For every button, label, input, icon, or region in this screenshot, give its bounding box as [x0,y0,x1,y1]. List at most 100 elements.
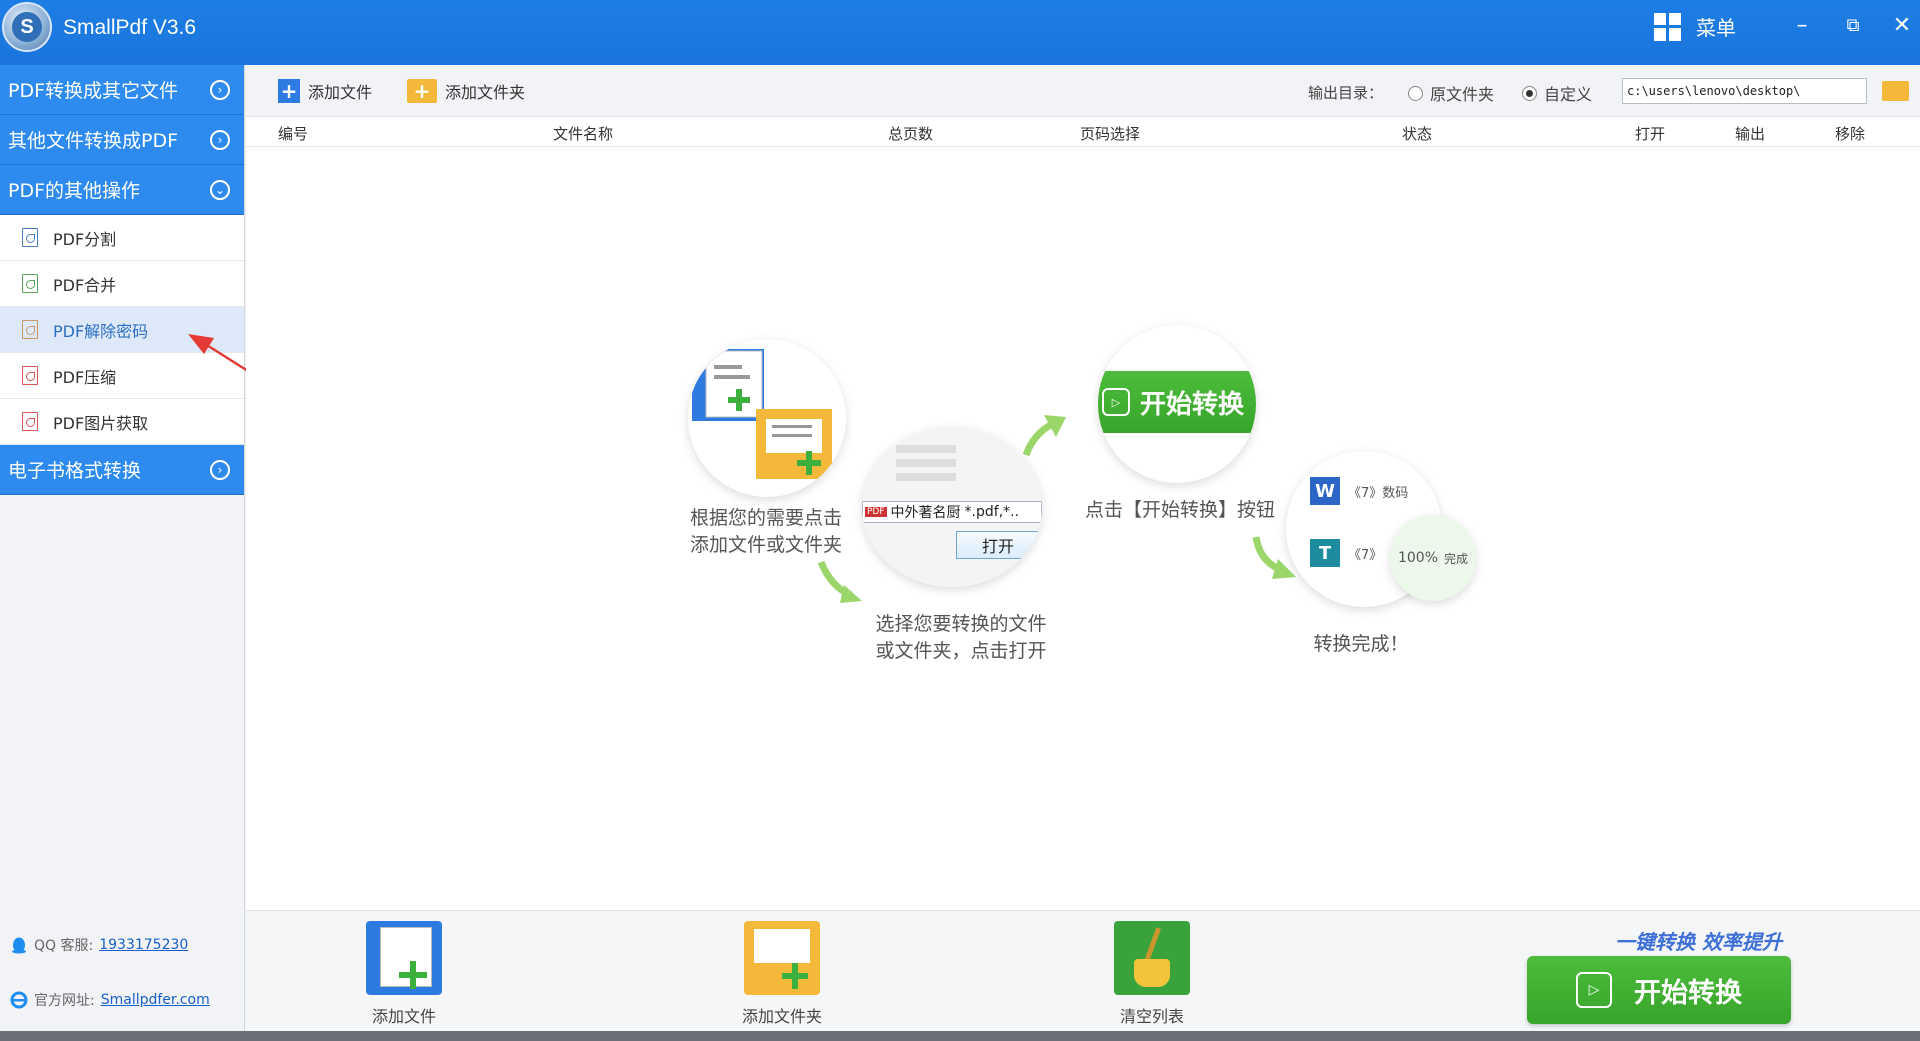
radio-custom-label: 自定义 [1544,85,1593,104]
category-pdf-to-other[interactable]: PDF转换成其它文件 › [0,65,244,115]
step4-row1: 《7》数码 [1348,485,1409,501]
category-label: 其他文件转换成PDF [8,130,179,152]
step1-illustration [688,339,846,497]
pdf-file-icon [22,412,38,431]
radio-original-label: 原文件夹 [1430,85,1495,104]
pdf-file-icon [22,274,38,293]
green-arrow-icon [1022,415,1066,457]
col-output: 输出 [1735,125,1766,143]
chevron-right-icon: › [210,460,230,480]
category-label: PDF转换成其它文件 [8,80,179,102]
sidebar-item-pdf-split[interactable]: PDF分割 [0,215,244,261]
radio-custom-folder[interactable]: 自定义 [1522,81,1592,105]
step2-filter: *.pdf,*.. [964,504,1020,520]
add-folder-big-icon [744,921,820,995]
step3-illustration: ▷ 开始转换 [1098,325,1256,483]
toolbar: + 添加文件 + 添加文件夹 输出目录： 原文件夹 自定义 [246,65,1920,117]
col-number: 编号 [278,125,309,143]
site-url-link[interactable]: Smallpdfer.com [101,992,210,1008]
broom-icon [1114,921,1190,995]
result-row-word: W 《7》数码 [1310,477,1408,505]
chevron-right-icon: › [210,80,230,100]
pdf-badge-icon: PDF [865,507,887,517]
bottom-add-folder-label: 添加文件夹 [742,1007,823,1026]
clear-list-button[interactable]: 清空列表 [1114,921,1190,1027]
restore-button[interactable]: ⧉ [1838,10,1868,40]
step4-row2: 《7》 [1348,547,1383,563]
add-file-folder-icon [692,349,832,479]
add-folder-icon: + [407,79,437,103]
site-label: 官方网址: [34,993,95,1009]
green-arrow-icon [817,560,862,603]
step2-open-button: 打开 [956,531,1040,559]
add-folder-button[interactable]: + 添加文件夹 [407,79,525,103]
output-path-input[interactable] [1622,78,1867,104]
play-icon: ▷ [1102,388,1130,416]
step2-file-label: 中外著名厨 [890,505,961,521]
bottom-add-file-label: 添加文件 [371,1007,436,1026]
official-site: 官方网址: Smallpdfer.com [10,990,210,1010]
txt-icon: T [1310,539,1340,567]
menu-label: 菜单 [1696,16,1736,40]
sidebar-item-label: PDF分割 [53,229,117,249]
chevron-down-icon: ⌄ [210,180,230,200]
radio-circle-selected [1522,85,1537,101]
word-icon: W [1310,477,1340,505]
sidebar: PDF转换成其它文件 › 其他文件转换成PDF › PDF的其他操作 ⌄ PDF… [0,65,245,1041]
play-icon: ▷ [1576,972,1612,1008]
menu-button[interactable]: 菜单 [1654,12,1736,41]
col-filename: 文件名称 [553,125,614,143]
category-pdf-other-ops[interactable]: PDF的其他操作 ⌄ [0,165,244,215]
grid-menu-icon [1654,12,1682,41]
step2-illustration: PDF 中外著名厨 *.pdf,*.. 打开 [862,427,1042,587]
col-remove: 移除 [1835,125,1866,143]
category-other-to-pdf[interactable]: 其他文件转换成PDF › [0,115,244,165]
pdf-file-icon [22,320,38,339]
col-total-pages: 总页数 [888,125,934,143]
step4-done: 完成 [1444,551,1469,566]
bottom-add-file-button[interactable]: 添加文件 [366,921,442,1027]
progress-bubble: 100% 完成 [1390,515,1476,601]
bottom-bar: 添加文件 添加文件夹 清空列表 一键转换 效率提升 ▷ 开始转换 [246,910,1920,1031]
category-label: 电子书格式转换 [8,460,142,482]
sidebar-item-label: PDF压缩 [53,367,117,387]
app-title: SmallPdf V3.6 [63,16,197,39]
add-file-icon: + [278,79,300,103]
sidebar-item-label: PDF解除密码 [53,321,149,341]
step3-button-label: 开始转换 [1140,389,1245,420]
col-status: 状态 [1402,125,1433,143]
output-dir-label: 输出目录： [1308,84,1384,102]
pdf-file-icon [22,366,38,385]
qq-support: QQ 客服: 1933175230 [10,935,188,955]
step4-progress: 100% [1397,550,1438,566]
start-convert-button[interactable]: ▷ 开始转换 [1527,956,1791,1024]
add-folder-label: 添加文件夹 [445,83,526,102]
category-label: PDF的其他操作 [8,180,141,202]
sidebar-item-label: PDF合并 [53,275,117,295]
sidebar-item-pdf-merge[interactable]: PDF合并 [0,261,244,307]
step4-text: 转换完成！ [1313,633,1409,655]
app-logo-letter: S [12,12,42,42]
file-list-area[interactable]: 根据您的需要点击 添加文件或文件夹 PDF 中外著名厨 *.pdf,*.. 打开… [246,147,1920,910]
minimize-button[interactable]: – [1787,10,1817,40]
app-logo: S [2,2,52,52]
qq-number-link[interactable]: 1933175230 [99,937,188,953]
col-page-select: 页码选择 [1080,125,1141,143]
step1-text: 根据您的需要点击 添加文件或文件夹 [689,507,842,556]
file-table-header: 编号 文件名称 总页数 页码选择 状态 打开 输出 移除 [246,117,1920,147]
folder-list-icon [896,439,956,489]
step3-text: 点击【开始转换】按钮 [1084,499,1275,521]
bottom-add-folder-button[interactable]: 添加文件夹 [742,921,822,1027]
add-file-button[interactable]: + 添加文件 [278,79,372,103]
filename-field: PDF 中外著名厨 *.pdf,*.. [862,501,1042,523]
start-convert-label: 开始转换 [1634,977,1742,1009]
result-row-txt: T 《7》 [1310,539,1382,567]
close-button[interactable]: ✕ [1887,10,1917,40]
col-open: 打开 [1635,125,1666,143]
radio-original-folder[interactable]: 原文件夹 [1408,81,1494,105]
step2-text: 选择您要转换的文件 或文件夹，点击打开 [875,613,1047,662]
ie-browser-icon [10,991,28,1009]
add-file-big-icon [366,921,442,995]
clear-list-label: 清空列表 [1119,1007,1184,1026]
browse-folder-icon[interactable] [1882,81,1909,101]
